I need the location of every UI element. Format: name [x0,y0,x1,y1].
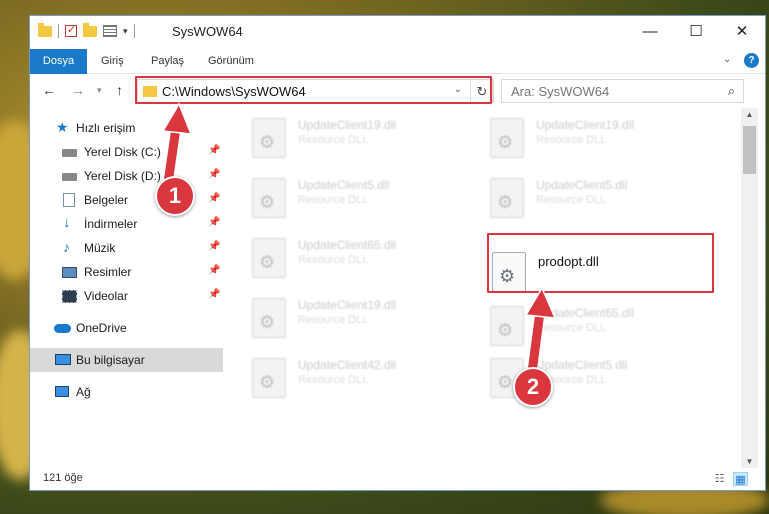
arrow-2 [524,286,557,377]
callout-badge-1: 1 [155,176,195,216]
arrow-1 [161,102,193,188]
annotation-arrows [161,102,557,377]
arrow-2-head [524,286,557,319]
callout-badge-2: 2 [513,367,553,407]
arrow-1-shaft [163,123,181,188]
arrow-2-shaft [527,307,545,377]
arrow-1-head [161,102,193,135]
